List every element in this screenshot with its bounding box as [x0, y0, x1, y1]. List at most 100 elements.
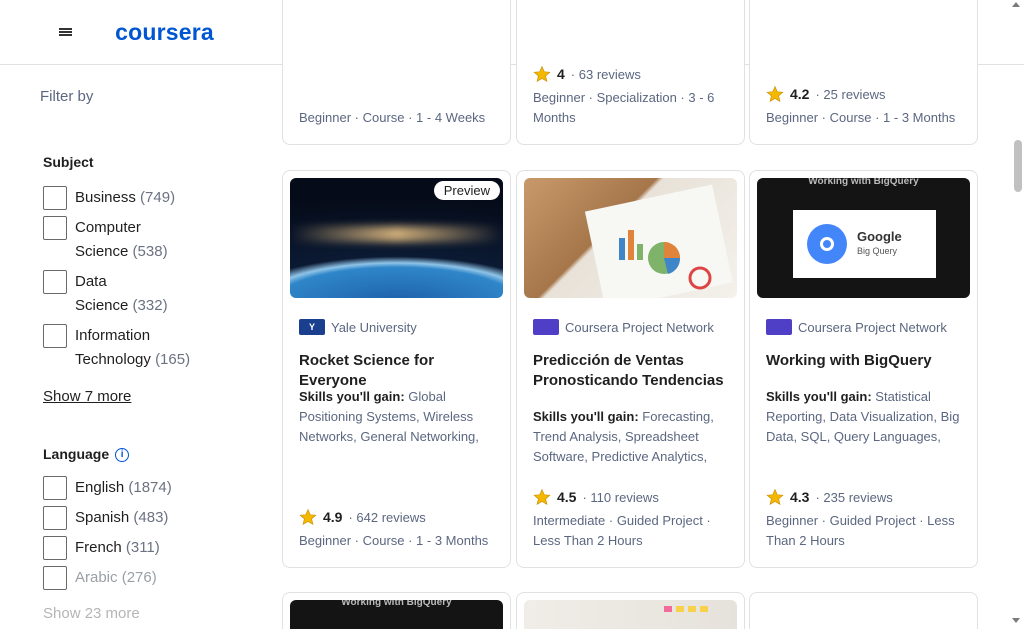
course-card-rocket-science[interactable]: Preview Y Yale University Rocket Science…: [282, 170, 511, 568]
partner-info: Y Yale University: [299, 319, 417, 335]
partner-name: Yale University: [331, 319, 417, 335]
filter-count: (332): [132, 297, 168, 314]
filter-count: (749): [140, 189, 176, 206]
logo-text: coursera: [115, 18, 214, 45]
card-meta: Intermediate · Guided Project · Less Tha…: [533, 513, 711, 548]
arabic-checkbox[interactable]: [43, 566, 67, 590]
review-count: 235 reviews: [823, 489, 893, 505]
computer-science-checkbox[interactable]: [43, 216, 67, 240]
course-title[interactable]: Predicción de Ventas Pronosticando Tende…: [533, 351, 732, 391]
filter-option-computer-science: Computer Science (538): [43, 216, 168, 264]
partner-name: Coursera Project Network: [565, 319, 714, 335]
french-checkbox[interactable]: [43, 536, 67, 560]
coursera-project-logo-icon: [533, 319, 559, 335]
language-show-more-link[interactable]: Show 23 more: [43, 605, 140, 619]
course-card-top-2[interactable]: 4 · 63 reviews Beginner · Specialization…: [516, 0, 745, 145]
scrollbar-thumb[interactable]: [1014, 140, 1022, 192]
scroll-up-arrow-icon[interactable]: [1012, 2, 1020, 7]
star-icon: [766, 488, 784, 506]
filter-count: (538): [132, 243, 168, 260]
filter-option-english: English (1874): [43, 476, 172, 500]
filter-label: Business: [75, 189, 136, 206]
star-icon: [766, 85, 784, 103]
info-icon[interactable]: i: [115, 448, 130, 463]
course-thumbnail: Working with BigQuery: [290, 600, 503, 629]
review-count: 25 reviews: [823, 86, 886, 102]
card-rating: 4 · 63 reviews: [533, 65, 641, 83]
review-count: 642 reviews: [356, 509, 426, 525]
partner-name: Coursera Project Network: [798, 319, 947, 335]
filter-option-data-science: Data Science (332): [43, 270, 168, 318]
filter-label: Information: [75, 327, 151, 344]
star-icon: [533, 65, 551, 83]
course-thumbnail: Working with BigQuery Google Big Query: [757, 178, 970, 298]
thumb-caption: Working with BigQuery: [341, 600, 452, 608]
filter-count: (311): [125, 539, 160, 556]
skills-label: Skills you'll gain:: [766, 389, 872, 404]
course-card-prediccion-ventas[interactable]: Coursera Project Network Predicción de V…: [516, 170, 745, 568]
skills-text: Skills you'll gain: Global Positioning S…: [299, 387, 498, 447]
filter-option-spanish: Spanish (483): [43, 506, 168, 530]
course-card-bigquery[interactable]: Working with BigQuery Google Big Query C…: [749, 170, 978, 568]
skills-text: Skills you'll gain: Statistical Reportin…: [766, 387, 965, 447]
scroll-down-arrow-icon[interactable]: [1012, 618, 1020, 623]
bigquery-icon: [807, 224, 847, 264]
skills-label: Skills you'll gain:: [299, 389, 405, 404]
card-meta: Beginner · Course · 1 - 3 Months: [766, 110, 956, 125]
review-count: 63 reviews: [578, 66, 641, 82]
course-thumbnail: [524, 600, 737, 629]
language-title-text: Language: [43, 446, 110, 462]
course-card-bottom-3[interactable]: [749, 592, 978, 629]
thumb-caption: Working with BigQuery: [808, 178, 919, 187]
hamburger-menu-button[interactable]: [47, 12, 83, 52]
filter-count: (483): [133, 509, 169, 526]
rating-value: 4.9: [323, 509, 343, 525]
data-science-checkbox[interactable]: [43, 270, 67, 294]
filter-count: (276): [121, 569, 157, 586]
business-checkbox[interactable]: [43, 186, 67, 210]
course-title[interactable]: Rocket Science for Everyone: [299, 351, 498, 391]
filter-label: English: [75, 479, 125, 496]
filter-label-line2: Science: [75, 243, 129, 260]
chart-papers-illustration: [584, 184, 733, 298]
card-meta: Beginner · Course · 1 - 4 Weeks: [299, 110, 486, 125]
rating-value: 4.3: [790, 489, 810, 505]
yale-logo-icon: Y: [299, 319, 325, 335]
card-rating: 4.9 · 642 reviews: [299, 508, 426, 526]
filter-label-line2: Technology: [75, 351, 151, 368]
filter-label: Arabic: [75, 569, 118, 586]
filter-option-business: Business (749): [43, 186, 175, 210]
partner-info: Coursera Project Network: [533, 319, 714, 335]
filter-option-information-technology: Information Technology (165): [43, 324, 190, 372]
course-card-bottom-1[interactable]: Working with BigQuery: [282, 592, 511, 629]
course-title[interactable]: Working with BigQuery: [766, 351, 965, 371]
course-card-top-3[interactable]: 4.2 · 25 reviews Beginner · Course · 1 -…: [749, 0, 978, 145]
card-meta: Beginner · Specialization · 3 - 6 Months: [533, 90, 715, 125]
google-text: Google: [857, 229, 902, 244]
english-checkbox[interactable]: [43, 476, 67, 500]
coursera-logo[interactable]: coursera: [86, 6, 243, 58]
card-rating: 4.5 · 110 reviews: [533, 488, 659, 506]
bigquery-logo: Google Big Query: [793, 210, 936, 278]
star-icon: [533, 488, 551, 506]
filter-label-line2: Science: [75, 297, 129, 314]
bigquery-text: Big Query: [857, 246, 898, 256]
rating-value: 4.2: [790, 86, 810, 102]
card-rating: 4.2 · 25 reviews: [766, 85, 886, 103]
course-card-bottom-2[interactable]: [516, 592, 745, 629]
filter-option-arabic: Arabic (276): [43, 566, 157, 590]
skills-label: Skills you'll gain:: [533, 409, 639, 424]
filter-option-french: French (311): [43, 536, 160, 560]
preview-badge: Preview: [433, 181, 500, 200]
information-technology-checkbox[interactable]: [43, 324, 67, 348]
star-icon: [299, 508, 317, 526]
partner-info: Coursera Project Network: [766, 319, 947, 335]
card-meta: Beginner · Guided Project · Less Than 2 …: [766, 513, 955, 548]
course-thumbnail: [524, 178, 737, 298]
review-count: 110 reviews: [590, 489, 659, 505]
subject-show-more-link[interactable]: Show 7 more: [43, 388, 131, 405]
card-rating: 4.3 · 235 reviews: [766, 488, 893, 506]
filter-by-heading: Filter by: [40, 88, 94, 105]
spanish-checkbox[interactable]: [43, 506, 67, 530]
course-card-top-1[interactable]: Beginner · Course · 1 - 4 Weeks: [282, 0, 511, 145]
